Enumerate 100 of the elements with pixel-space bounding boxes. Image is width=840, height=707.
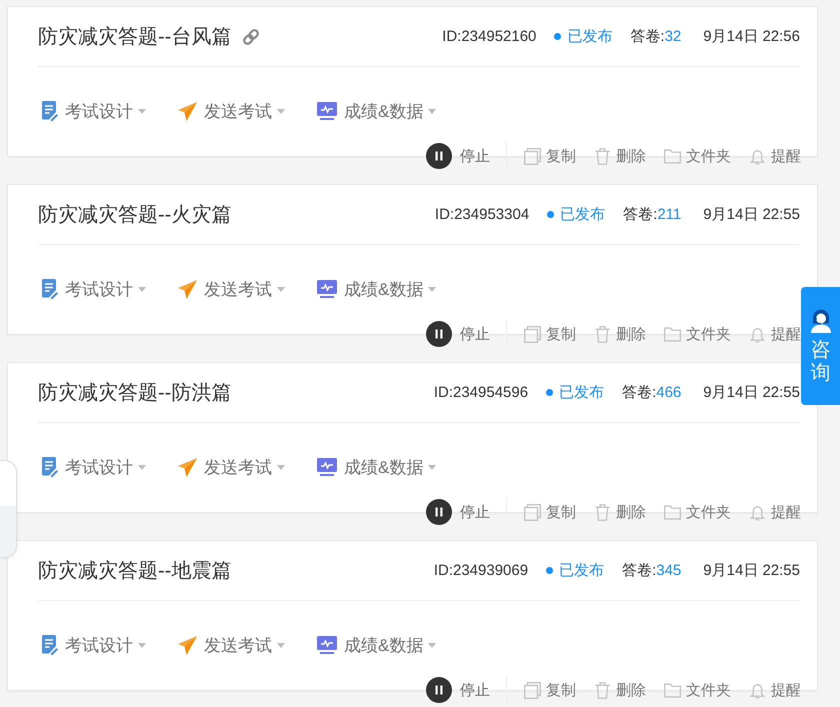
folder-button[interactable]: 文件夹	[664, 680, 731, 700]
copy-button[interactable]: 复制	[524, 146, 576, 166]
folder-button[interactable]: 文件夹	[664, 146, 731, 166]
caret-icon	[277, 286, 285, 292]
exam-id: ID:234953304	[434, 206, 530, 223]
caret-icon	[277, 642, 285, 648]
exam-title[interactable]: 防灾减灾答题--火灾篇	[38, 201, 232, 228]
reminder-button[interactable]: 提醒	[749, 146, 801, 166]
copy-icon	[524, 326, 541, 342]
responses-count[interactable]: 211	[657, 206, 682, 223]
document-icon	[42, 635, 58, 655]
delete-button[interactable]: 删除	[594, 502, 646, 522]
paper-plane-icon	[178, 458, 197, 476]
bell-icon	[749, 148, 766, 164]
stop-button[interactable]: 停止	[426, 499, 490, 525]
publish-date: 9月14日 22:55	[703, 383, 800, 402]
exam-design-menu[interactable]: 考试设计	[42, 100, 146, 122]
exam-id: ID:234939069	[434, 562, 528, 579]
folder-button[interactable]: 文件夹	[664, 324, 731, 344]
status-dot-icon	[547, 211, 554, 218]
status-text: 已发布	[567, 27, 612, 46]
bell-icon	[749, 682, 766, 698]
bell-icon	[749, 326, 766, 342]
caret-icon	[428, 108, 436, 114]
publish-date: 9月14日 22:55	[703, 205, 800, 224]
exam-design-menu[interactable]: 考试设计	[42, 456, 146, 478]
monitor-icon	[317, 458, 337, 476]
status-text: 已发布	[559, 561, 604, 580]
responses-label: 答卷:	[622, 383, 656, 402]
responses-label: 答卷:	[622, 561, 656, 580]
status-dot-icon	[554, 33, 562, 40]
stop-button[interactable]: 停止	[426, 321, 490, 347]
caret-icon	[138, 286, 146, 292]
trash-icon	[594, 326, 611, 342]
paper-plane-icon	[178, 102, 197, 120]
results-data-menu[interactable]: 成绩&数据	[317, 456, 436, 478]
publish-date: 9月14日 22:56	[703, 27, 800, 46]
delete-button[interactable]: 删除	[594, 680, 646, 700]
copy-icon	[524, 682, 541, 698]
consult-button[interactable]: 咨询	[801, 287, 840, 405]
responses-label: 答卷:	[623, 205, 658, 224]
send-exam-menu[interactable]: 发送考试	[178, 278, 285, 300]
support-agent-icon	[810, 309, 832, 333]
reminder-button[interactable]: 提醒	[749, 324, 801, 344]
document-icon	[42, 457, 58, 477]
responses-count[interactable]: 345	[656, 562, 682, 579]
monitor-icon	[317, 102, 337, 120]
results-data-menu[interactable]: 成绩&数据	[317, 634, 436, 656]
copy-icon	[524, 504, 541, 520]
reminder-button[interactable]: 提醒	[749, 680, 801, 700]
stop-button[interactable]: 停止	[426, 677, 490, 703]
caret-icon	[428, 642, 436, 648]
paper-plane-icon	[178, 636, 197, 654]
stop-button[interactable]: 停止	[426, 143, 490, 169]
status-dot-icon	[546, 567, 554, 574]
copy-button[interactable]: 复制	[524, 680, 576, 700]
send-exam-menu[interactable]: 发送考试	[178, 634, 285, 656]
exam-title[interactable]: 防灾减灾答题--地震篇	[38, 557, 232, 584]
trash-icon	[594, 682, 611, 698]
exam-title[interactable]: 防灾减灾答题--台风篇	[38, 23, 232, 50]
copy-button[interactable]: 复制	[524, 502, 576, 522]
copy-icon	[524, 148, 541, 164]
monitor-icon	[317, 280, 337, 298]
responses-count[interactable]: 466	[656, 384, 682, 401]
copy-button[interactable]: 复制	[524, 324, 576, 344]
caret-icon	[138, 108, 146, 114]
folder-icon	[664, 326, 681, 342]
caret-icon	[277, 464, 285, 470]
results-data-menu[interactable]: 成绩&数据	[317, 100, 436, 122]
exam-design-menu[interactable]: 考试设计	[42, 278, 146, 300]
document-icon	[42, 101, 58, 121]
folder-button[interactable]: 文件夹	[664, 502, 731, 522]
send-exam-menu[interactable]: 发送考试	[178, 100, 285, 122]
reminder-button[interactable]: 提醒	[749, 502, 801, 522]
exam-id: ID:234952160	[442, 28, 536, 45]
exam-design-menu[interactable]: 考试设计	[42, 634, 146, 656]
document-icon	[42, 279, 58, 299]
trash-icon	[594, 504, 611, 520]
exam-title[interactable]: 防灾减灾答题--防洪篇	[38, 379, 232, 406]
status-text: 已发布	[559, 383, 604, 402]
monitor-icon	[317, 636, 337, 654]
caret-icon	[138, 642, 146, 648]
caret-icon	[428, 464, 436, 470]
delete-button[interactable]: 删除	[594, 324, 646, 344]
status-text: 已发布	[560, 205, 606, 224]
exam-id: ID:234954596	[434, 384, 528, 401]
send-exam-menu[interactable]: 发送考试	[178, 456, 285, 478]
trash-icon	[594, 148, 611, 164]
paper-plane-icon	[178, 280, 197, 298]
responses-label: 答卷:	[630, 27, 665, 46]
delete-button[interactable]: 删除	[594, 146, 646, 166]
caret-icon	[138, 464, 146, 470]
publish-date: 9月14日 22:55	[703, 561, 800, 580]
responses-count[interactable]: 32	[664, 28, 682, 45]
results-data-menu[interactable]: 成绩&数据	[317, 278, 436, 300]
folder-icon	[664, 148, 681, 164]
bell-icon	[749, 504, 766, 520]
folder-icon	[664, 682, 681, 698]
caret-icon	[277, 108, 285, 114]
caret-icon	[428, 286, 436, 292]
